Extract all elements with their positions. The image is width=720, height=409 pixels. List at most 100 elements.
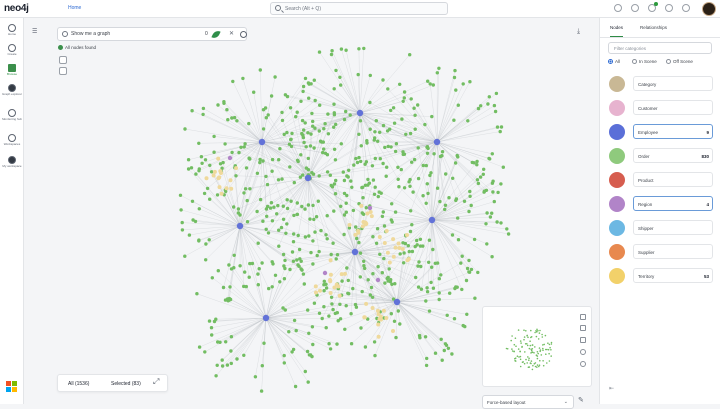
order-node[interactable]: [262, 342, 265, 345]
category-label[interactable]: Category: [633, 76, 713, 91]
order-node[interactable]: [248, 157, 251, 160]
order-node[interactable]: [424, 335, 427, 338]
order-node[interactable]: [381, 78, 384, 81]
order-node[interactable]: [465, 279, 468, 282]
order-node[interactable]: [232, 266, 235, 269]
order-node[interactable]: [338, 76, 341, 79]
order-node[interactable]: [230, 362, 233, 365]
order-node[interactable]: [318, 50, 321, 53]
nav-item-home[interactable]: Home: [0, 24, 24, 37]
order-node[interactable]: [307, 203, 310, 206]
territory-node[interactable]: [377, 335, 381, 339]
order-node[interactable]: [385, 166, 388, 169]
region-node[interactable]: [228, 156, 232, 160]
territory-node[interactable]: [353, 233, 357, 237]
order-node[interactable]: [270, 94, 273, 97]
order-node[interactable]: [262, 127, 265, 130]
order-node[interactable]: [409, 230, 412, 233]
order-node[interactable]: [398, 83, 401, 86]
order-node[interactable]: [343, 192, 346, 195]
order-node[interactable]: [339, 205, 342, 208]
order-node[interactable]: [373, 130, 376, 133]
order-node[interactable]: [277, 158, 280, 161]
nav-item-browse[interactable]: Browse: [0, 64, 24, 77]
order-node[interactable]: [222, 100, 225, 103]
order-node[interactable]: [216, 364, 219, 367]
order-node[interactable]: [309, 251, 312, 254]
order-node[interactable]: [212, 151, 215, 154]
order-node[interactable]: [370, 286, 373, 289]
order-node[interactable]: [398, 322, 401, 325]
order-node[interactable]: [271, 260, 274, 263]
order-node[interactable]: [285, 222, 288, 225]
global-search-input[interactable]: Search (Alt + Q): [270, 2, 448, 15]
territory-node[interactable]: [336, 285, 340, 289]
order-node[interactable]: [342, 233, 345, 236]
nav-item-workspaces[interactable]: Workspaces: [0, 134, 24, 147]
order-node[interactable]: [470, 268, 473, 271]
nav-item-my-workspace[interactable]: My workspace: [0, 156, 24, 169]
order-node[interactable]: [387, 276, 390, 279]
order-node[interactable]: [382, 210, 385, 213]
order-node[interactable]: [190, 109, 193, 112]
order-node[interactable]: [244, 187, 247, 190]
order-node[interactable]: [267, 113, 270, 116]
order-node[interactable]: [300, 260, 303, 263]
order-node[interactable]: [383, 224, 386, 227]
territory-node[interactable]: [391, 237, 395, 241]
order-node[interactable]: [331, 242, 334, 245]
order-node[interactable]: [443, 208, 446, 211]
order-node[interactable]: [334, 69, 337, 72]
order-node[interactable]: [295, 329, 298, 332]
order-node[interactable]: [425, 286, 428, 289]
order-node[interactable]: [274, 274, 277, 277]
order-node[interactable]: [286, 198, 289, 201]
order-node[interactable]: [200, 162, 203, 165]
order-node[interactable]: [334, 123, 337, 126]
order-node[interactable]: [471, 161, 474, 164]
order-node[interactable]: [357, 156, 360, 159]
order-node[interactable]: [311, 120, 314, 123]
order-node[interactable]: [336, 311, 339, 314]
order-node[interactable]: [413, 158, 416, 161]
order-node[interactable]: [280, 226, 283, 229]
order-node[interactable]: [462, 82, 465, 85]
order-node[interactable]: [225, 108, 228, 111]
territory-node[interactable]: [391, 329, 395, 333]
order-node[interactable]: [271, 285, 274, 288]
order-node[interactable]: [496, 125, 499, 128]
order-node[interactable]: [302, 85, 305, 88]
filter-icon[interactable]: [59, 56, 67, 64]
order-node[interactable]: [300, 268, 303, 271]
order-node[interactable]: [327, 132, 330, 135]
order-node[interactable]: [332, 209, 335, 212]
order-node[interactable]: [312, 218, 315, 221]
category-label[interactable]: Employee9: [633, 124, 713, 139]
order-node[interactable]: [294, 115, 297, 118]
order-node[interactable]: [311, 125, 314, 128]
order-node[interactable]: [190, 166, 193, 169]
order-node[interactable]: [459, 261, 462, 264]
radio-all[interactable]: All: [608, 59, 620, 64]
territory-node[interactable]: [216, 157, 220, 161]
order-node[interactable]: [417, 285, 420, 288]
order-node[interactable]: [355, 237, 358, 240]
order-node[interactable]: [301, 119, 304, 122]
order-node[interactable]: [430, 115, 433, 118]
order-node[interactable]: [257, 283, 260, 286]
order-node[interactable]: [179, 208, 182, 211]
bell-icon[interactable]: [648, 4, 656, 12]
order-node[interactable]: [261, 159, 264, 162]
order-node[interactable]: [440, 338, 443, 341]
order-node[interactable]: [429, 281, 432, 284]
order-node[interactable]: [374, 157, 377, 160]
territory-node[interactable]: [348, 223, 352, 227]
order-node[interactable]: [426, 152, 429, 155]
order-node[interactable]: [297, 234, 300, 237]
category-color-dot[interactable]: [609, 76, 625, 92]
order-node[interactable]: [468, 190, 471, 193]
order-node[interactable]: [216, 103, 219, 106]
territory-node[interactable]: [213, 170, 217, 174]
order-node[interactable]: [208, 198, 211, 201]
order-node[interactable]: [311, 262, 314, 265]
